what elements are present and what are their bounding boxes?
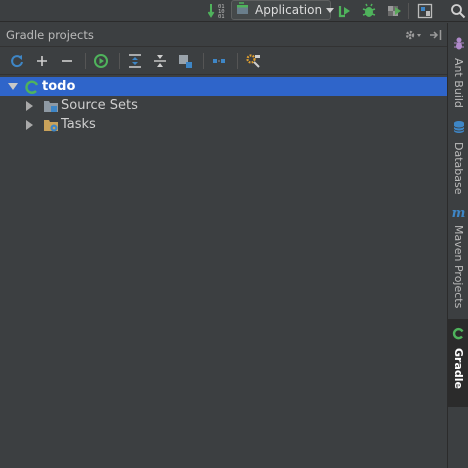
expand-all-icon[interactable] bbox=[124, 50, 146, 72]
run-with-coverage-icon[interactable] bbox=[386, 3, 402, 19]
stripe-button-database[interactable]: Database bbox=[448, 119, 468, 215]
application-config-icon bbox=[235, 1, 251, 20]
source-folder-icon bbox=[43, 98, 59, 114]
expand-arrow-icon[interactable] bbox=[26, 100, 33, 111]
refresh-icon[interactable] bbox=[6, 50, 28, 72]
run-icon[interactable] bbox=[337, 3, 353, 19]
run-toolbar: 01 10 01 Application bbox=[0, 0, 468, 22]
stripe-button-gradle[interactable]: Gradle bbox=[448, 319, 468, 407]
stripe-button-maven-projects[interactable]: m Maven Projects bbox=[448, 207, 468, 327]
stripe-label-ant-build: Ant Build bbox=[452, 58, 465, 108]
remove-icon[interactable] bbox=[56, 50, 78, 72]
stripe-button-ant-build[interactable]: Ant Build bbox=[448, 35, 468, 123]
tool-window-title: Gradle projects bbox=[6, 27, 94, 42]
stripe-label-maven-projects: Maven Projects bbox=[452, 225, 465, 309]
expand-arrow-icon[interactable] bbox=[8, 83, 18, 90]
project-structure-icon[interactable] bbox=[417, 3, 433, 19]
run-configuration-select[interactable]: Application bbox=[231, 0, 335, 20]
toolbar-separator bbox=[85, 52, 86, 69]
tasks-folder-icon bbox=[43, 117, 59, 133]
offline-mode-icon[interactable] bbox=[208, 50, 230, 72]
hide-tool-window-icon[interactable] bbox=[429, 27, 443, 46]
toolbar-separator bbox=[203, 52, 204, 69]
stripe-label-database: Database bbox=[452, 142, 465, 195]
tree-node-source-sets[interactable]: Source Sets bbox=[0, 96, 447, 115]
run-config-label: Application bbox=[255, 3, 323, 17]
tree-node-tasks[interactable]: Tasks bbox=[0, 115, 447, 134]
add-icon[interactable] bbox=[31, 50, 53, 72]
tool-window-header: Gradle projects bbox=[0, 23, 447, 47]
sort-binary-icon[interactable]: 01 10 01 bbox=[208, 3, 230, 20]
gradle-tool-window: Gradle projects todo Source Sets Tasks bbox=[0, 23, 447, 468]
stripe-label-gradle: Gradle bbox=[452, 348, 465, 389]
collapse-all-icon[interactable] bbox=[149, 50, 171, 72]
sort-digits-bot: 01 bbox=[218, 14, 225, 20]
tree-node-label: Source Sets bbox=[61, 98, 138, 113]
right-tool-stripe: Ant Build Database m Maven Projects Grad… bbox=[447, 23, 468, 468]
chevron-down-icon bbox=[326, 7, 335, 13]
tree-node-label: todo bbox=[42, 79, 76, 94]
gradle-project-icon bbox=[24, 79, 40, 95]
execute-task-icon[interactable] bbox=[90, 50, 112, 72]
gradle-toolbar bbox=[0, 47, 447, 75]
gradle-icon bbox=[452, 325, 465, 344]
ant-icon bbox=[453, 35, 465, 54]
tree-node-label: Tasks bbox=[61, 117, 96, 132]
tool-window-actions bbox=[403, 27, 443, 46]
search-icon[interactable] bbox=[447, 3, 468, 19]
build-settings-icon[interactable] bbox=[242, 50, 264, 72]
tree-node-todo[interactable]: todo bbox=[0, 77, 447, 96]
debug-icon[interactable] bbox=[361, 3, 377, 19]
attach-project-icon[interactable] bbox=[174, 50, 196, 72]
database-icon bbox=[453, 119, 465, 138]
gear-icon[interactable] bbox=[403, 27, 423, 46]
gradle-project-tree: todo Source Sets Tasks bbox=[0, 75, 447, 134]
maven-icon: m bbox=[451, 206, 466, 221]
toolbar-separator bbox=[408, 3, 409, 19]
expand-arrow-icon[interactable] bbox=[26, 119, 33, 130]
toolbar-separator bbox=[119, 52, 120, 69]
toolbar-separator bbox=[237, 52, 238, 69]
